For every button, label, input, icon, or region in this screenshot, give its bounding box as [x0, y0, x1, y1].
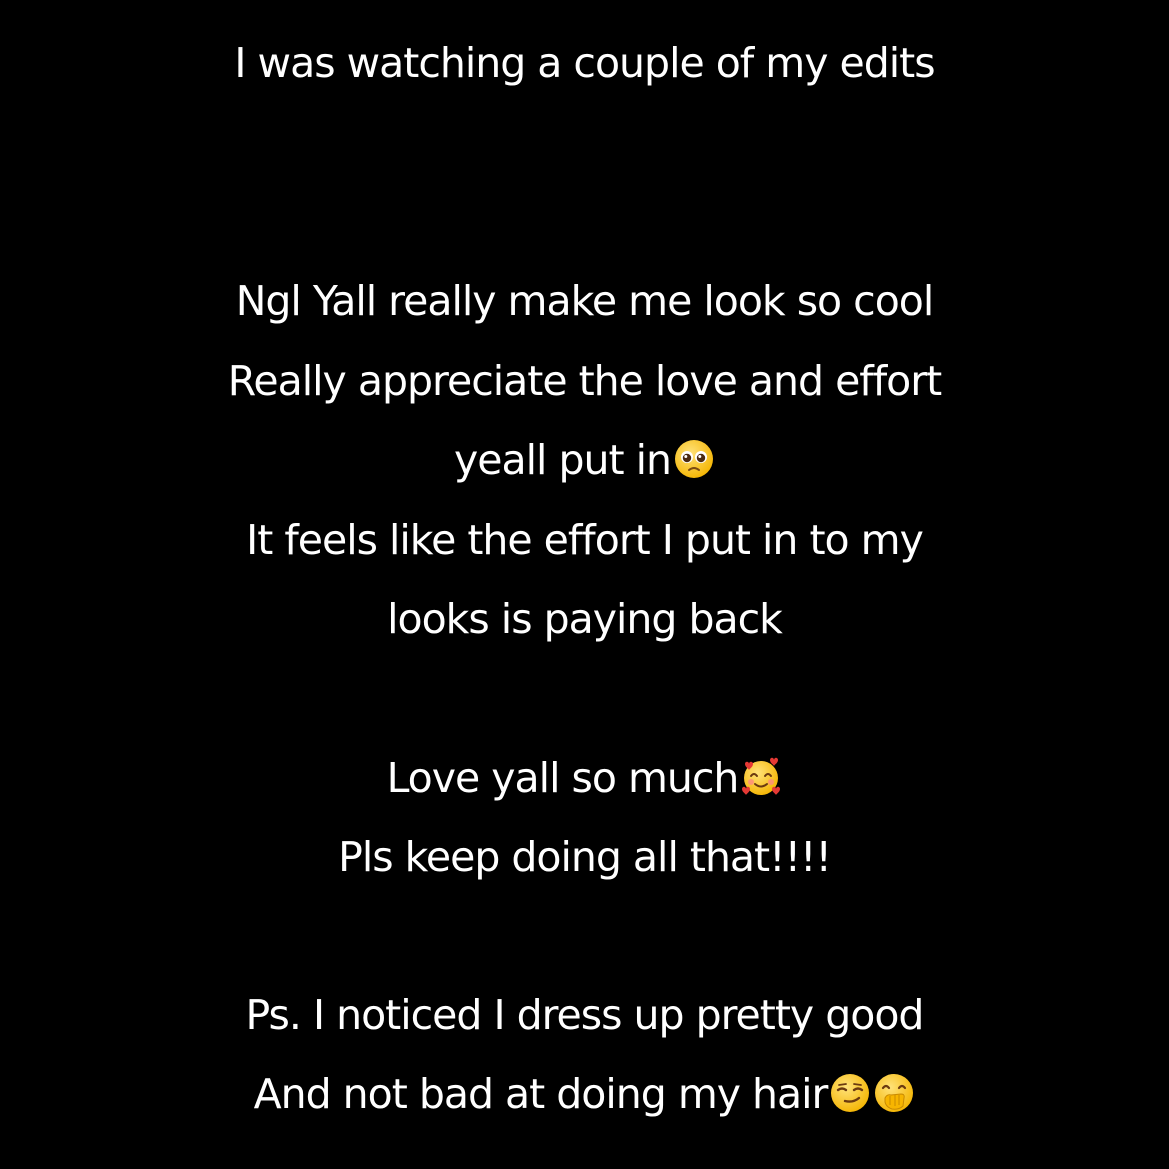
caption-line-3: Really appreciate the love and effort: [0, 355, 1169, 407]
smirking-face-icon: [829, 1072, 871, 1114]
caption-line-10: And not bad at doing my hair: [0, 1068, 1169, 1120]
story-background: I was watching a couple of my edits Ngl …: [0, 0, 1169, 1169]
caption-text: And not bad at doing my hair: [253, 1070, 829, 1118]
caption-text: Pls keep doing all that!!!!: [338, 833, 832, 881]
caption-line-8: Pls keep doing all that!!!!: [0, 831, 1169, 883]
caption-text: looks is paying back: [387, 595, 783, 643]
caption-text: Ngl Yall really make me look so cool: [235, 277, 935, 325]
caption-line-4: yeall put in: [0, 434, 1169, 486]
caption-line-9: Ps. I noticed I dress up pretty good: [0, 989, 1169, 1041]
caption-line-2: Ngl Yall really make me look so cool: [0, 275, 1169, 327]
smiling-face-with-hearts-icon: [740, 756, 782, 798]
caption-line-6: looks is paying back: [0, 593, 1169, 645]
caption-text: Ps. I noticed I dress up pretty good: [245, 991, 925, 1039]
caption-text: Love yall so much: [386, 754, 740, 802]
face-with-hand-over-mouth-icon: [873, 1072, 915, 1114]
caption-text: yeall put in: [454, 436, 672, 484]
caption-text: I was watching a couple of my edits: [234, 39, 935, 87]
pleading-face-icon: [673, 438, 715, 480]
caption-line-1: I was watching a couple of my edits: [0, 37, 1169, 89]
caption-text: Really appreciate the love and effort: [227, 357, 942, 405]
caption-line-5: It feels like the effort I put in to my: [0, 514, 1169, 566]
caption-text: It feels like the effort I put in to my: [246, 516, 924, 564]
caption-line-7: Love yall so much: [0, 752, 1169, 804]
